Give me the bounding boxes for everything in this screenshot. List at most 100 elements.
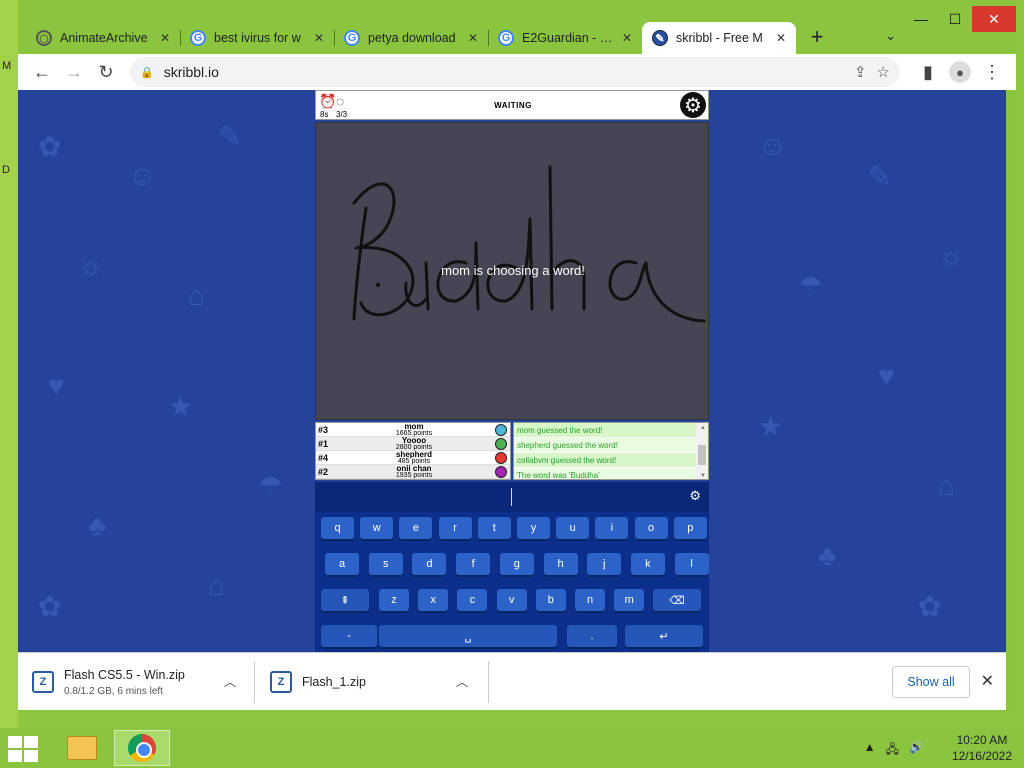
share-icon[interactable]: ⇪ — [854, 63, 867, 81]
key-4-t[interactable]: t — [477, 517, 511, 539]
doodle-icon: ✎ — [868, 161, 892, 192]
scroll-thumb[interactable] — [698, 445, 706, 465]
key-2-d[interactable]: d — [412, 553, 447, 575]
download-item[interactable]: Z Flash_1.zip ︿ — [256, 653, 488, 711]
close-icon[interactable]: ✕ — [160, 31, 170, 45]
download-item[interactable]: Z Flash CS5.5 - Win.zip 0.8/1.2 GB, 6 mi… — [18, 653, 254, 711]
clock[interactable]: 10:20 AM 12/16/2022 — [952, 732, 1012, 764]
tab-search-chevron-icon[interactable]: ⌄ — [885, 28, 896, 44]
desktop-icon-label[interactable]: M — [2, 60, 11, 72]
key-4-g[interactable]: g — [499, 553, 534, 575]
chevron-up-icon[interactable]: ▲ — [864, 740, 876, 761]
key-6-j[interactable]: j — [587, 553, 622, 575]
address-bar[interactable]: 🔒 skribbl.io ⇪ ☆ — [130, 57, 900, 87]
key-7-i[interactable]: i — [595, 517, 629, 539]
key-2-x[interactable]: x — [418, 589, 449, 611]
game-header: ⏰ ◌ 8s 3/3 WAITING ⚙ — [315, 90, 709, 120]
scroll-up-icon[interactable]: ▲ — [700, 425, 706, 431]
key-2-.[interactable]: . — [567, 625, 617, 647]
close-icon[interactable]: ✕ — [314, 31, 324, 45]
back-icon[interactable]: ← — [26, 57, 58, 87]
game-status: WAITING — [494, 101, 532, 110]
key-0-a[interactable]: a — [325, 553, 359, 575]
key-8-o[interactable]: o — [634, 517, 668, 539]
chat-scrollbar[interactable]: ▲ ▼ — [696, 423, 708, 479]
forward-icon[interactable]: → — [58, 57, 90, 87]
key-1-w[interactable]: w — [360, 517, 394, 539]
tab-petya-download[interactable]: G petya download ✕ — [334, 22, 488, 54]
key-0-q[interactable]: q — [321, 517, 354, 539]
player-row[interactable]: #2 onii chan 1935 points — [316, 464, 510, 479]
close-icon[interactable]: ✕ — [468, 31, 478, 45]
divider — [488, 661, 489, 703]
player-list: #3 mom 1665 points #1 Yoooo 2800 points … — [315, 422, 511, 480]
guess-input[interactable]: ⚙ — [315, 482, 709, 512]
side-panel-icon[interactable]: ▮ — [912, 57, 944, 87]
key-9-p[interactable]: p — [673, 517, 707, 539]
reload-icon[interactable]: ↻ — [90, 57, 122, 87]
doodle-icon: ♥ — [48, 370, 65, 401]
chevron-up-icon[interactable]: ︿ — [224, 673, 236, 690]
volume-icon[interactable]: 🔊 — [909, 740, 924, 761]
profile-button[interactable]: ● — [944, 57, 976, 87]
maximize-button[interactable]: ☐ — [938, 6, 972, 32]
close-icon[interactable]: ✕ — [776, 31, 786, 45]
key-3-↵[interactable]: ↵ — [625, 625, 703, 647]
bookmark-star-icon[interactable]: ☆ — [877, 63, 890, 81]
start-button[interactable] — [8, 736, 38, 762]
tab-animatearchive[interactable]: ◯ AnimateArchive ✕ — [26, 22, 180, 54]
key-3-r[interactable]: r — [438, 517, 472, 539]
key-6-n[interactable]: n — [575, 589, 605, 611]
key-4-v[interactable]: v — [496, 589, 527, 611]
key-3-f[interactable]: f — [456, 553, 491, 575]
key-7-m[interactable]: m — [614, 589, 645, 611]
drawing-canvas[interactable]: mom is choosing a word! — [315, 122, 709, 420]
timer-value: 8s — [320, 110, 329, 119]
tab-e2guardian[interactable]: G E2Guardian - Un ✕ — [488, 22, 642, 54]
url-text[interactable]: skribbl.io — [164, 64, 844, 80]
key-5-h[interactable]: h — [543, 553, 578, 575]
chat-log[interactable]: mom guessed the word! shepherd guessed t… — [513, 422, 709, 480]
chevron-up-icon[interactable]: ︿ — [456, 673, 468, 690]
player-row[interactable]: #3 mom 1665 points — [316, 422, 510, 437]
system-tray: ▲ 🖧 🔊 — [864, 740, 924, 761]
close-button[interactable]: ✕ — [972, 6, 1016, 32]
key-8-l[interactable]: l — [674, 553, 709, 575]
desktop-icon-label[interactable]: D — [2, 164, 10, 176]
network-icon[interactable]: 🖧 — [886, 740, 899, 761]
tab-skribbl[interactable]: ✎ skribbl - Free M ✕ — [642, 22, 796, 54]
key-8-⌫[interactable]: ⌫ — [653, 589, 701, 611]
key-2-e[interactable]: e — [399, 517, 433, 539]
new-tab-button[interactable]: + — [802, 22, 832, 52]
player-row[interactable]: #4 shepherd 485 points — [316, 450, 510, 465]
key-7-k[interactable]: k — [630, 553, 665, 575]
minimize-button[interactable]: — — [904, 6, 938, 32]
doodle-icon: ☼ — [78, 250, 104, 281]
profile-icon: ● — [949, 61, 971, 83]
key-1-␣[interactable]: ␣ — [379, 625, 557, 647]
file-explorer-button[interactable] — [54, 730, 110, 766]
chat-message: collabvm guessed the word! — [514, 453, 708, 468]
close-icon[interactable]: ✕ — [622, 31, 632, 45]
tab-label: E2Guardian - Un — [522, 31, 614, 45]
key-1-z[interactable]: z — [379, 589, 409, 611]
key-5-b[interactable]: b — [535, 589, 566, 611]
key-5-y[interactable]: y — [517, 517, 550, 539]
gear-icon[interactable]: ⚙ — [680, 92, 706, 118]
key-0--[interactable]: - — [321, 625, 377, 647]
close-icon[interactable]: ✕ — [981, 671, 994, 691]
lock-icon[interactable]: 🔒 — [140, 66, 154, 79]
key-3-c[interactable]: c — [457, 589, 488, 611]
key-1-s[interactable]: s — [368, 553, 403, 575]
tab-strip: ◯ AnimateArchive ✕ G best ivirus for w ✕… — [26, 20, 832, 54]
key-6-u[interactable]: u — [556, 517, 590, 539]
keyboard-settings-icon[interactable]: ⚙ — [689, 488, 701, 504]
menu-kebab-icon[interactable]: ⋮ — [976, 57, 1008, 87]
key-0-⇞[interactable]: ⇞ — [321, 589, 369, 611]
chrome-taskbar-button[interactable] — [114, 730, 170, 766]
tab-best-ivirus[interactable]: G best ivirus for w ✕ — [180, 22, 334, 54]
show-all-button[interactable]: Show all — [892, 666, 970, 698]
scroll-down-icon[interactable]: ▼ — [700, 473, 706, 479]
player-points: 1935 points — [395, 472, 433, 479]
player-row[interactable]: #1 Yoooo 2800 points — [316, 436, 510, 451]
